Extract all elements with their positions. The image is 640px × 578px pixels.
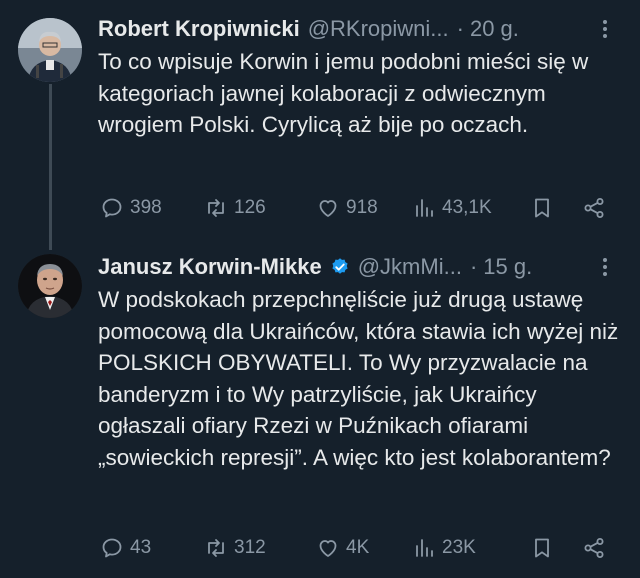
heart-icon bbox=[319, 200, 337, 217]
share-icon bbox=[584, 538, 604, 558]
action-bar: 398 126 918 43,1K bbox=[100, 190, 630, 226]
reply-count: 398 bbox=[130, 197, 162, 218]
retweet-count: 126 bbox=[234, 197, 266, 218]
reply-button[interactable]: 43 bbox=[100, 536, 204, 560]
bookmark-button[interactable] bbox=[530, 196, 582, 220]
like-count: 4K bbox=[346, 537, 370, 558]
tweet-header: Janusz Korwin-Mikke @JkmMi... · 15 g. bbox=[98, 250, 616, 284]
avatar[interactable] bbox=[18, 254, 82, 318]
like-button[interactable]: 918 bbox=[316, 196, 412, 220]
timestamp[interactable]: 15 g. bbox=[483, 254, 532, 280]
like-count: 918 bbox=[346, 197, 378, 218]
like-button[interactable]: 4K bbox=[316, 536, 412, 560]
heart-icon bbox=[319, 540, 337, 557]
tweet-text: To co wpisuje Korwin i jemu podobni mieś… bbox=[98, 49, 589, 137]
views-count: 23K bbox=[442, 537, 476, 558]
bookmark-icon bbox=[535, 538, 549, 558]
views-button[interactable]: 23K bbox=[412, 536, 530, 560]
more-icon[interactable] bbox=[594, 12, 616, 46]
author-name[interactable]: Robert Kropiwnicki bbox=[98, 16, 300, 42]
reply-count: 43 bbox=[130, 537, 152, 558]
tweet-header: Robert Kropiwnicki @RKropiwni... · 20 g. bbox=[98, 12, 616, 46]
separator-dot: · bbox=[469, 254, 478, 279]
thread-line bbox=[49, 84, 52, 250]
avatar[interactable] bbox=[18, 18, 82, 82]
views-button[interactable]: 43,1K bbox=[412, 196, 530, 220]
views-icon bbox=[416, 199, 433, 217]
share-button[interactable] bbox=[582, 196, 612, 220]
retweet-count: 312 bbox=[234, 537, 266, 558]
action-bar: 43 312 4K 23K bbox=[100, 530, 630, 566]
tweet-text: W podskokach przepchnęliście już drugą u… bbox=[98, 287, 619, 470]
author-name[interactable]: Janusz Korwin-Mikke bbox=[98, 254, 322, 280]
comment-icon bbox=[102, 538, 122, 558]
author-handle[interactable]: @JkmMi... bbox=[358, 254, 462, 280]
share-icon bbox=[584, 198, 604, 218]
reply-button[interactable]: 398 bbox=[100, 196, 204, 220]
views-icon bbox=[416, 539, 433, 557]
retweet-button[interactable]: 312 bbox=[204, 536, 316, 560]
retweet-button[interactable]: 126 bbox=[204, 196, 316, 220]
verified-badge-icon bbox=[332, 258, 348, 274]
separator-dot: · bbox=[456, 16, 464, 41]
comment-icon bbox=[102, 198, 122, 218]
more-icon[interactable] bbox=[594, 250, 616, 284]
author-handle[interactable]: @RKropiwni... bbox=[308, 16, 449, 42]
bookmark-icon bbox=[535, 198, 549, 218]
share-button[interactable] bbox=[582, 536, 612, 560]
retweet-icon bbox=[208, 539, 224, 557]
timestamp[interactable]: 20 g. bbox=[470, 16, 519, 42]
views-count: 43,1K bbox=[442, 197, 492, 218]
retweet-icon bbox=[208, 199, 224, 217]
bookmark-button[interactable] bbox=[530, 536, 582, 560]
